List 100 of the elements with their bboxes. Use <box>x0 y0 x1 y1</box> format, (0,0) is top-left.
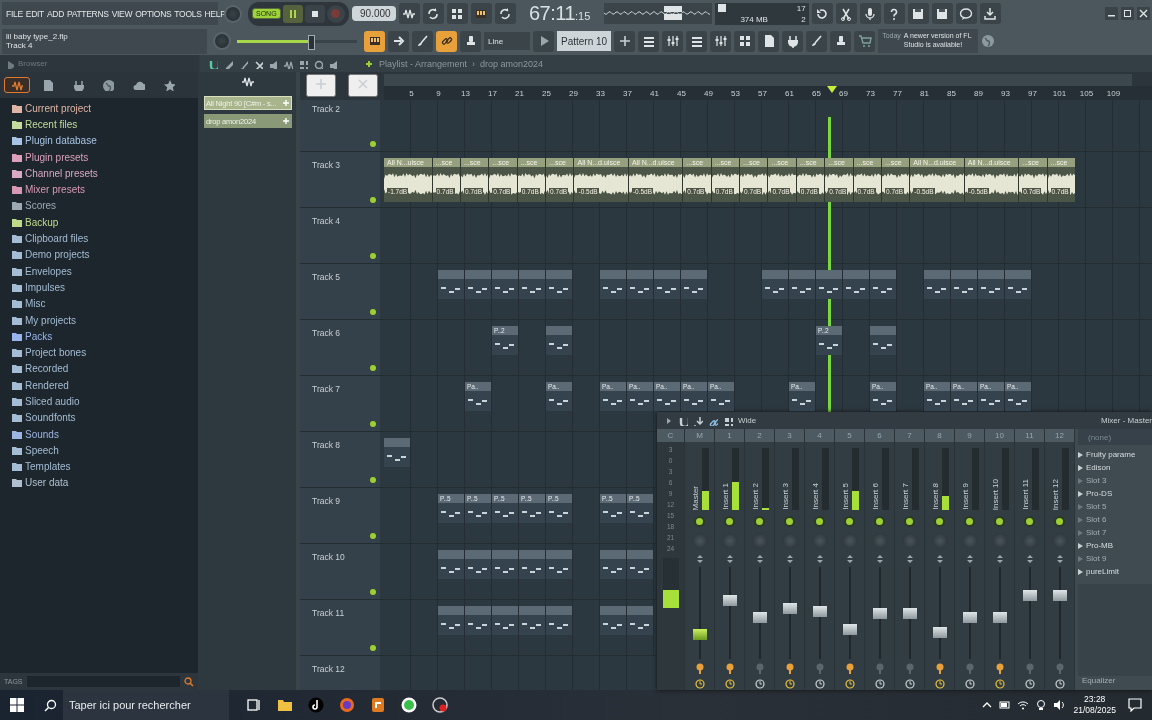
menu-item[interactable]: EDIT <box>25 8 44 19</box>
track-name: Insert 10 <box>990 478 1000 510</box>
browser-item[interactable]: Mixer presets <box>25 184 85 196</box>
memory-usage: 374 MB <box>740 14 768 24</box>
track-header[interactable]: Track 7 <box>300 376 380 431</box>
track-header[interactable]: Track 12 <box>300 656 380 690</box>
browser-item[interactable]: Impulses <box>25 281 65 293</box>
taskbar-search-field[interactable]: Taper ici pour rechercher <box>63 690 229 720</box>
browser-item[interactable]: Templates <box>25 461 71 473</box>
effect-slot[interactable]: Slot 6 <box>1078 513 1152 526</box>
channel-number: 12 <box>1045 429 1074 442</box>
browser-item[interactable]: Channel presets <box>25 167 98 179</box>
browser-title: Browser <box>18 59 48 68</box>
menu-item[interactable]: ADD <box>46 8 64 19</box>
track-header[interactable]: Track 3 <box>300 152 380 207</box>
tempo-display[interactable]: 90.000 <box>351 6 396 21</box>
browser-item[interactable]: Project bones <box>25 347 87 359</box>
track-name: Insert 8 <box>930 483 940 510</box>
ruler-label: 65 <box>812 88 821 98</box>
track-name: Track 3 <box>312 160 341 170</box>
ruler-label: 61 <box>785 88 794 98</box>
track-header[interactable]: Track 9 <box>300 488 380 543</box>
project-title: lil baby type_2.flp <box>6 32 69 41</box>
stereo-mode[interactable]: Wide <box>738 416 757 425</box>
breadcrumb-separator: › <box>472 58 476 69</box>
browser-item[interactable]: Clipboard files <box>25 233 89 244</box>
browser-item[interactable]: Demo projects <box>25 249 90 261</box>
ruler-label: 57 <box>758 88 767 98</box>
browser-item[interactable]: Rendered <box>25 379 69 391</box>
channel-number: 5 <box>835 429 864 442</box>
browser-item[interactable]: Plugin presets <box>25 151 89 163</box>
ruler-label: 73 <box>866 88 875 98</box>
track-header[interactable]: Track 11 <box>300 600 380 655</box>
ruler-label: 21 <box>515 88 524 98</box>
browser-item[interactable]: Plugin database <box>25 135 97 147</box>
ruler-label: 25 <box>542 88 551 98</box>
track-name: Insert 3 <box>780 483 790 510</box>
ruler-label: 105 <box>1079 88 1094 98</box>
ruler-label: 45 <box>677 88 686 98</box>
time-display: 67:11 <box>528 2 575 25</box>
track-header[interactable]: Track 6 <box>300 320 380 375</box>
menu-item[interactable]: FILE <box>6 8 23 19</box>
browser-item[interactable]: Backup <box>25 216 59 228</box>
timeline-ruler[interactable]: 5 9 13 17 21 25 29 33 37 41 45 49 53 57 61 65 69 73 77 81 85 89 93 97 101 105 109 <box>384 86 1152 100</box>
ruler-label: 29 <box>569 88 578 98</box>
browser-item[interactable]: Speech <box>25 444 59 456</box>
ruler-label: 13 <box>461 88 470 98</box>
ruler-label: 5 <box>409 88 414 98</box>
ruler-label: 85 <box>947 88 956 98</box>
browser-item[interactable]: My projects <box>25 314 77 326</box>
snap-dropdown[interactable]: Line <box>484 32 530 50</box>
hint-text: Track 4 <box>6 41 34 50</box>
equalizer-label: Equalizer <box>1081 676 1117 687</box>
effect-slot[interactable]: Fruity parame <box>1078 448 1152 461</box>
pattern-selector[interactable]: Pattern 10 <box>557 31 612 51</box>
effect-slot[interactable]: Slot 7 <box>1078 526 1152 539</box>
channel-number: 1 <box>715 429 744 442</box>
track-name: Insert 1 <box>720 483 730 510</box>
arrangement-name[interactable]: drop amon2024 <box>480 58 544 69</box>
effect-slot[interactable]: Pro-DS <box>1078 487 1152 500</box>
effect-slot[interactable]: pureLimit <box>1078 565 1152 578</box>
track-name: Track 7 <box>312 384 341 394</box>
effect-slot[interactable]: Pro-MB <box>1078 539 1152 552</box>
track-name: Track 12 <box>312 664 345 674</box>
menu-item[interactable]: OPTIONS <box>135 8 172 19</box>
browser-item[interactable]: Soundfonts <box>25 412 76 424</box>
channel-number: 4 <box>805 429 834 442</box>
track-name: Insert 6 <box>870 483 880 510</box>
track-header[interactable]: Track 10 <box>300 544 380 599</box>
time-ticks: :15 <box>575 10 591 22</box>
menu-item[interactable]: TOOLS <box>174 8 202 19</box>
track-header[interactable]: Track 4 <box>300 208 380 263</box>
browser-item[interactable]: User data <box>25 477 69 489</box>
ruler-label: 93 <box>1001 88 1010 98</box>
effect-slot[interactable]: Edison <box>1078 461 1152 474</box>
channel-number: 10 <box>985 429 1014 442</box>
effect-slot[interactable]: Slot 5 <box>1078 500 1152 513</box>
track-header[interactable]: Track 2 <box>300 100 380 151</box>
browser-item[interactable]: Sliced audio <box>25 396 80 407</box>
track-header[interactable]: Track 5 <box>300 264 380 319</box>
browser-item[interactable]: Envelopes <box>25 265 72 277</box>
effect-slot[interactable]: Slot 9 <box>1078 552 1152 565</box>
browser-item[interactable]: Recent files <box>25 118 78 130</box>
menu-item[interactable]: VIEW <box>111 8 133 19</box>
effect-slot[interactable]: Slot 3 <box>1078 474 1152 487</box>
track-header[interactable]: Track 8 <box>300 432 380 487</box>
menu-item[interactable]: PATTERNS <box>67 8 109 19</box>
browser-item[interactable]: Sounds <box>25 428 59 440</box>
menu-item[interactable]: HELP <box>204 8 226 19</box>
ruler-label: 81 <box>920 88 929 98</box>
browser-item[interactable]: Recorded <box>25 363 69 375</box>
ruler-label: 53 <box>731 88 740 98</box>
browser-item[interactable]: Current project <box>25 102 92 114</box>
ruler-label: 17 <box>488 88 497 98</box>
browser-item[interactable]: Misc <box>25 298 46 310</box>
browser-item[interactable]: Packs <box>25 330 53 342</box>
track-name: Track 5 <box>312 272 341 282</box>
channel-number: 6 <box>865 429 894 442</box>
browser-item[interactable]: Scores <box>25 200 57 212</box>
channel-number: 8 <box>925 429 954 442</box>
